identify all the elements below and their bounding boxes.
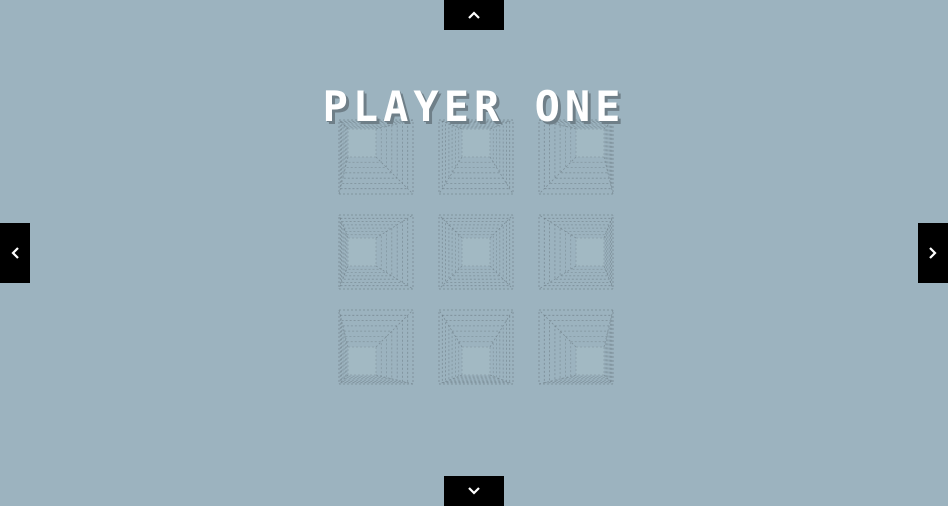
chevron-left-icon [11, 247, 19, 259]
nav-down-button[interactable] [444, 476, 504, 506]
nav-left-button[interactable] [0, 223, 30, 283]
tunnel-bl [337, 308, 415, 386]
chevron-down-icon [468, 487, 480, 495]
tunnel-wireframe [538, 309, 614, 385]
tunnel-wireframe [538, 214, 614, 290]
tunnel-wireframe [438, 309, 514, 385]
tunnel-mc [437, 213, 515, 291]
chevron-right-icon [929, 247, 937, 259]
tunnel-wireframe [338, 309, 414, 385]
nav-right-button[interactable] [918, 223, 948, 283]
tunnel-grid [337, 118, 617, 394]
tunnel-wireframe [438, 214, 514, 290]
nav-up-button[interactable] [444, 0, 504, 30]
tunnel-mr [537, 213, 615, 291]
game-stage: PLAYER ONE [0, 0, 948, 506]
tunnel-bc [437, 308, 515, 386]
tunnel-ml [337, 213, 415, 291]
tunnel-wireframe [338, 214, 414, 290]
chevron-up-icon [468, 11, 480, 19]
tunnel-br [537, 308, 615, 386]
player-title: PLAYER ONE [322, 82, 626, 131]
